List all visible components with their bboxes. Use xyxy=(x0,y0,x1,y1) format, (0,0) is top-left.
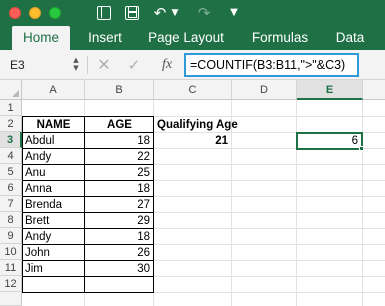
insert-function-icon[interactable]: fx xyxy=(157,54,177,76)
cell-b11[interactable]: 30 xyxy=(85,261,153,277)
minimize-window-button[interactable] xyxy=(29,7,41,19)
cell-b8[interactable]: 29 xyxy=(85,213,153,229)
column-header-b[interactable]: B xyxy=(85,80,154,100)
save-icon[interactable] xyxy=(125,6,139,20)
row-header-7[interactable]: 7 xyxy=(0,196,22,212)
undo-icon[interactable]: ↶ xyxy=(152,3,168,23)
row-header-3[interactable]: 3 xyxy=(0,132,22,148)
cell-b3[interactable]: 18 xyxy=(85,133,153,149)
tab-home[interactable]: Home xyxy=(12,26,70,50)
cell-a3[interactable]: Abdul xyxy=(22,133,85,149)
cell-a6[interactable]: Anna xyxy=(22,181,85,197)
row-header-10[interactable]: 10 xyxy=(0,244,22,260)
row-header-5[interactable]: 5 xyxy=(0,164,22,180)
cell-a8[interactable]: Brett xyxy=(22,213,85,229)
tab-page-layout[interactable]: Page Layout xyxy=(142,26,230,50)
row-header-11[interactable]: 11 xyxy=(0,260,22,276)
cell-a4[interactable]: Andy xyxy=(22,149,85,165)
row-header-4[interactable]: 4 xyxy=(0,148,22,164)
close-window-button[interactable] xyxy=(9,7,21,19)
row-header-2[interactable]: 2 xyxy=(0,116,22,132)
cell-b4[interactable]: 22 xyxy=(85,149,153,165)
cell-b5[interactable]: 25 xyxy=(85,165,153,181)
cell-a10[interactable]: John xyxy=(22,245,85,261)
cell-b6[interactable]: 18 xyxy=(85,181,153,197)
fill-handle[interactable] xyxy=(359,146,364,151)
tab-formulas[interactable]: Formulas xyxy=(246,26,314,50)
cell-a11[interactable]: Jim xyxy=(22,261,85,277)
cell-c3[interactable]: 21 xyxy=(154,133,231,149)
table-cell-border xyxy=(85,277,154,293)
table-cell-border xyxy=(22,277,85,293)
column-header-d[interactable]: D xyxy=(232,80,297,100)
zoom-window-button[interactable] xyxy=(49,7,61,19)
confirm-icon[interactable]: ✓ xyxy=(127,54,141,76)
row-header-8[interactable]: 8 xyxy=(0,212,22,228)
tab-data[interactable]: Data xyxy=(330,26,370,50)
cell-a2[interactable]: NAME xyxy=(22,117,85,133)
cancel-icon[interactable]: ✕ xyxy=(97,54,111,76)
name-box[interactable]: E3 xyxy=(6,54,78,76)
cell-a9[interactable]: Andy xyxy=(22,229,85,245)
worksheet-grid[interactable]: A B C D E 1 2 3 4 5 6 7 8 9 10 11 12 NAM… xyxy=(0,80,385,306)
cell-b9[interactable]: 18 xyxy=(85,229,153,245)
formula-bar: E3 ▲ ▼ ✕ ✓ fx =COUNTIF(B3:B11,">"&C3) xyxy=(0,50,385,80)
divider xyxy=(87,56,88,74)
ribbon-tabs: Home Insert Page Layout Formulas Data xyxy=(0,26,385,50)
cell-c2[interactable]: Qualifying Age xyxy=(154,117,238,133)
more-icon[interactable]: ▼ xyxy=(228,3,240,23)
column-header-f[interactable] xyxy=(363,80,385,100)
row-header-12[interactable]: 12 xyxy=(0,276,22,292)
cell-b7[interactable]: 27 xyxy=(85,197,153,213)
row-header-13[interactable] xyxy=(0,292,22,306)
row-header-1[interactable]: 1 xyxy=(0,100,22,116)
name-box-stepper-icon[interactable]: ▲ ▼ xyxy=(72,56,80,74)
column-header-e[interactable]: E xyxy=(297,80,363,100)
cell-b10[interactable]: 26 xyxy=(85,245,153,261)
cell-a7[interactable]: Brenda xyxy=(22,197,85,213)
title-bar: ↶ ▼ ↷ ▼ xyxy=(0,0,385,26)
undo-dropdown-chevron-icon[interactable]: ▼ xyxy=(170,3,180,23)
column-header-a[interactable]: A xyxy=(22,80,85,100)
active-cell-selection[interactable] xyxy=(296,132,363,150)
row-header-6[interactable]: 6 xyxy=(0,180,22,196)
row-header-9[interactable]: 9 xyxy=(0,228,22,244)
select-all-button[interactable] xyxy=(0,80,22,100)
cell-a5[interactable]: Anu xyxy=(22,165,85,181)
column-header-c[interactable]: C xyxy=(154,80,232,100)
cell-b2[interactable]: AGE xyxy=(85,117,154,133)
formula-input[interactable]: =COUNTIF(B3:B11,">"&C3) xyxy=(184,53,359,77)
tab-insert[interactable]: Insert xyxy=(80,26,130,50)
redo-icon[interactable]: ↷ xyxy=(196,3,212,23)
sidebar-icon[interactable] xyxy=(97,6,111,20)
